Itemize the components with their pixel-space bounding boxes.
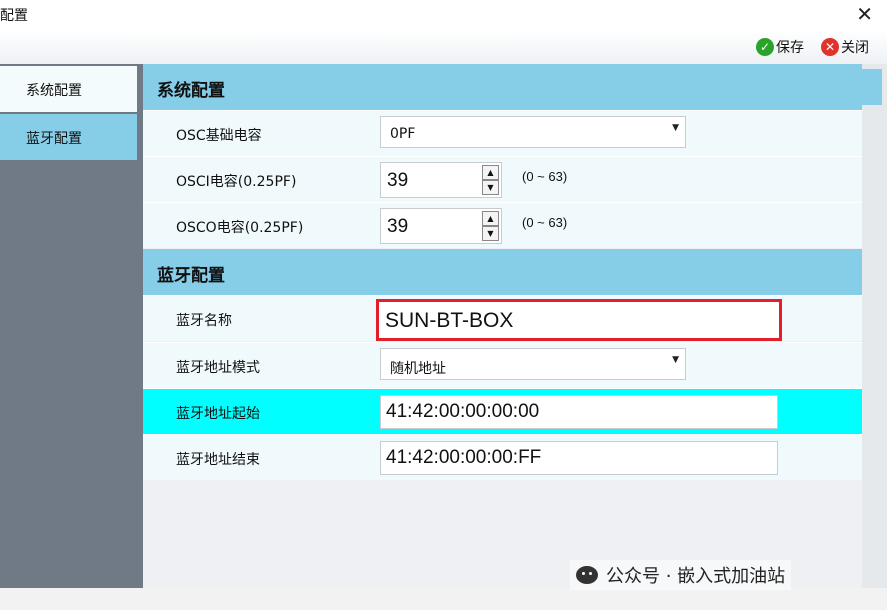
row-osco: OSCO电容(0.25PF) 39 ▲ ▼ (0 ~ 63): [143, 202, 862, 248]
bt-name-input[interactable]: SUN-BT-BOX: [376, 299, 782, 341]
row-osci: OSCI电容(0.25PF) 39 ▲ ▼ (0 ~ 63): [143, 156, 862, 202]
osci-spinbox[interactable]: 39 ▲ ▼: [380, 162, 502, 198]
input-value: 41:42:00:00:00:FF: [386, 447, 542, 468]
title-bar: 配置 ✕: [0, 0, 887, 30]
nav-item-label: 系统配置: [26, 83, 82, 99]
bt-addr-end-input[interactable]: 41:42:00:00:00:FF: [380, 441, 778, 475]
scrollbar-thumb[interactable]: [862, 69, 882, 105]
row-osc-base: OSC基础电容 0PF ▼: [143, 110, 862, 156]
spin-down-icon[interactable]: ▼: [482, 226, 499, 241]
footer-bar: [0, 588, 887, 610]
section-header-bluetooth: 蓝牙配置: [143, 249, 862, 295]
row-bt-addr-start: 蓝牙地址起始 41:42:00:00:00:00: [143, 388, 862, 434]
vertical-scrollbar[interactable]: [862, 64, 887, 588]
close-icon: ✕: [821, 38, 839, 56]
osc-base-select[interactable]: 0PF ▼: [380, 116, 686, 148]
bt-addr-mode-select[interactable]: 随机地址 ▼: [380, 348, 686, 380]
window-title: 配置: [0, 8, 28, 24]
save-label: 保存: [776, 40, 804, 56]
section-header-system: 系统配置: [143, 64, 862, 110]
input-value: SUN-BT-BOX: [385, 309, 514, 332]
input-value: 41:42:00:00:00:00: [386, 401, 540, 422]
row-bt-name: 蓝牙名称 SUN-BT-BOX: [143, 295, 862, 341]
nav-item-system-config[interactable]: 系统配置: [0, 66, 137, 112]
save-button[interactable]: ✓ 保存: [756, 37, 804, 57]
field-label: 蓝牙地址模式: [176, 360, 260, 376]
field-label: 蓝牙名称: [176, 313, 232, 329]
watermark: 公众号 · 嵌入式加油站: [570, 560, 792, 590]
left-nav: 系统配置 蓝牙配置: [0, 64, 143, 588]
bt-addr-start-input[interactable]: 41:42:00:00:00:00: [380, 395, 778, 429]
close-label: 关闭: [841, 40, 869, 56]
wechat-icon: [576, 566, 598, 584]
watermark-text: 公众号 · 嵌入式加油站: [606, 566, 786, 587]
config-panel: 系统配置 OSC基础电容 0PF ▼ OSCI电容(0.25PF) 39 ▲ ▼…: [143, 64, 862, 588]
spin-down-icon[interactable]: ▼: [482, 180, 499, 195]
spin-up-icon[interactable]: ▲: [482, 165, 499, 180]
osco-spinbox[interactable]: 39 ▲ ▼: [380, 208, 502, 244]
spin-value: 39: [387, 170, 409, 191]
select-value: 0PF: [390, 126, 416, 142]
check-icon: ✓: [756, 38, 774, 56]
close-button[interactable]: ✕ 关闭: [821, 37, 869, 57]
dropdown-arrow-icon: ▼: [672, 355, 679, 365]
field-label: OSC基础电容: [176, 128, 262, 144]
spin-up-icon[interactable]: ▲: [482, 211, 499, 226]
field-label: OSCO电容(0.25PF): [176, 220, 304, 236]
field-label: 蓝牙地址结束: [176, 452, 260, 468]
range-hint: (0 ~ 63): [522, 169, 568, 184]
select-value: 随机地址: [390, 361, 446, 377]
nav-item-label: 蓝牙配置: [26, 131, 82, 147]
dropdown-arrow-icon: ▼: [672, 123, 679, 133]
row-bt-addr-mode: 蓝牙地址模式 随机地址 ▼: [143, 342, 862, 388]
spin-value: 39: [387, 216, 409, 237]
range-hint: (0 ~ 63): [522, 215, 568, 230]
row-bt-addr-end: 蓝牙地址结束 41:42:00:00:00:FF: [143, 434, 862, 480]
nav-item-bluetooth-config[interactable]: 蓝牙配置: [0, 114, 137, 160]
window-close-icon[interactable]: ✕: [856, 2, 873, 26]
field-label: OSCI电容(0.25PF): [176, 174, 297, 190]
toolbar: ✓ 保存 ✕ 关闭: [0, 30, 887, 64]
field-label: 蓝牙地址起始: [176, 406, 260, 422]
